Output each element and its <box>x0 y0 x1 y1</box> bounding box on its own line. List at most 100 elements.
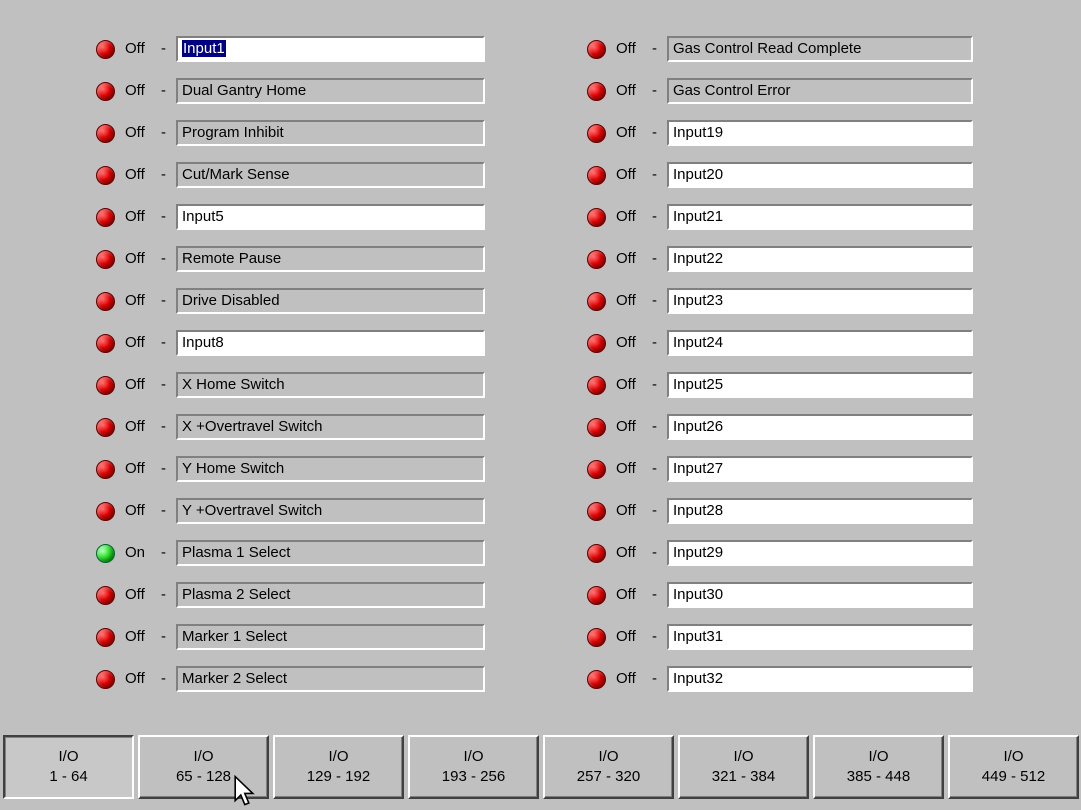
input-state: Off <box>125 40 145 57</box>
status-led-icon <box>96 628 115 647</box>
io-input-row: Off - X Home Switch <box>96 372 485 414</box>
input-name-field[interactable]: X Home Switch <box>176 372 485 398</box>
io-input-row: Off - Y Home Switch <box>96 456 485 498</box>
input-name-field[interactable]: Dual Gantry Home <box>176 78 485 104</box>
input-state: Off <box>616 82 636 99</box>
tab-label-line2: 129 - 192 <box>306 768 371 785</box>
input-name-field[interactable]: Cut/Mark Sense <box>176 162 485 188</box>
input-state: Off <box>616 628 636 645</box>
separator: - <box>161 334 166 351</box>
io-input-row: Off - Input26 <box>587 414 973 456</box>
separator: - <box>652 166 657 183</box>
input-name-text: Cut/Mark Sense <box>182 166 290 183</box>
input-state: Off <box>125 250 145 267</box>
separator: - <box>161 82 166 99</box>
input-name-text: Input26 <box>673 418 724 435</box>
separator: - <box>652 208 657 225</box>
io-input-row: Off - Input30 <box>587 582 973 624</box>
input-name-field[interactable]: Gas Control Read Complete <box>667 36 973 62</box>
input-name-field[interactable]: Plasma 2 Select <box>176 582 485 608</box>
status-led-icon <box>96 334 115 353</box>
io-input-row: Off - Gas Control Error <box>587 78 973 120</box>
input-name-field[interactable]: Input25 <box>667 372 973 398</box>
input-name-field[interactable]: Input27 <box>667 456 973 482</box>
tab-io-range[interactable]: I/O 385 - 448 <box>813 735 944 799</box>
tab-label-line1: I/O <box>598 748 619 765</box>
status-led-icon <box>96 376 115 395</box>
tab-io-range[interactable]: I/O 321 - 384 <box>678 735 809 799</box>
status-led-icon <box>96 418 115 437</box>
input-name-field[interactable]: Program Inhibit <box>176 120 485 146</box>
io-input-row: Off - Input25 <box>587 372 973 414</box>
input-name-field[interactable]: Y +Overtravel Switch <box>176 498 485 524</box>
input-name-field[interactable]: Input21 <box>667 204 973 230</box>
input-state: Off <box>616 334 636 351</box>
input-name-field[interactable]: Marker 1 Select <box>176 624 485 650</box>
separator: - <box>652 124 657 141</box>
input-name-text: Input29 <box>673 544 724 561</box>
input-name-field[interactable]: Input24 <box>667 330 973 356</box>
input-state: Off <box>616 376 636 393</box>
io-input-row: Off - Program Inhibit <box>96 120 485 162</box>
tab-io-range[interactable]: I/O 257 - 320 <box>543 735 674 799</box>
io-input-row: Off - Input8 <box>96 330 485 372</box>
input-name-text: Remote Pause <box>182 250 282 267</box>
input-name-field[interactable]: Input20 <box>667 162 973 188</box>
input-name-text: Plasma 2 Select <box>182 586 291 603</box>
separator: - <box>161 376 166 393</box>
input-state: Off <box>616 502 636 519</box>
input-name-field[interactable]: Drive Disabled <box>176 288 485 314</box>
input-name-field[interactable]: Marker 2 Select <box>176 666 485 692</box>
status-led-icon <box>587 292 606 311</box>
separator: - <box>652 418 657 435</box>
separator: - <box>652 334 657 351</box>
input-name-field[interactable]: Input30 <box>667 582 973 608</box>
input-name-field[interactable]: Y Home Switch <box>176 456 485 482</box>
separator: - <box>652 292 657 309</box>
status-led-icon <box>587 586 606 605</box>
tab-io-range[interactable]: I/O 193 - 256 <box>408 735 539 799</box>
tab-io-range[interactable]: I/O 449 - 512 <box>948 735 1079 799</box>
input-name-text: Input20 <box>673 166 724 183</box>
input-name-field[interactable]: Input5 <box>176 204 485 230</box>
tab-label-line1: I/O <box>463 748 484 765</box>
input-name-field[interactable]: Input19 <box>667 120 973 146</box>
input-name-field[interactable]: Input1 <box>176 36 485 62</box>
input-name-field[interactable]: X +Overtravel Switch <box>176 414 485 440</box>
status-led-icon <box>587 82 606 101</box>
input-name-field[interactable]: Input28 <box>667 498 973 524</box>
status-led-icon <box>587 460 606 479</box>
input-name-field[interactable]: Input32 <box>667 666 973 692</box>
status-led-icon <box>587 670 606 689</box>
tab-io-range[interactable]: I/O 129 - 192 <box>273 735 404 799</box>
input-name-text: Input30 <box>673 586 724 603</box>
tab-label-line2: 385 - 448 <box>846 768 911 785</box>
input-name-field[interactable]: Input23 <box>667 288 973 314</box>
status-led-icon <box>587 166 606 185</box>
tab-io-range[interactable]: I/O 1 - 64 <box>3 735 134 799</box>
input-name-field[interactable]: Input8 <box>176 330 485 356</box>
io-input-row: Off - X +Overtravel Switch <box>96 414 485 456</box>
input-name-field[interactable]: Input26 <box>667 414 973 440</box>
status-led-icon <box>587 208 606 227</box>
input-state: Off <box>125 82 145 99</box>
input-name-text: X +Overtravel Switch <box>182 418 323 435</box>
io-input-row: Off - Input20 <box>587 162 973 204</box>
input-name-text: Input24 <box>673 334 724 351</box>
io-input-row: Off - Drive Disabled <box>96 288 485 330</box>
input-name-field[interactable]: Input29 <box>667 540 973 566</box>
input-name-field[interactable]: Input31 <box>667 624 973 650</box>
input-name-field[interactable]: Plasma 1 Select <box>176 540 485 566</box>
input-name-text: Input32 <box>673 670 724 687</box>
status-led-icon <box>96 82 115 101</box>
input-name-text: Input28 <box>673 502 724 519</box>
tab-label-line1: I/O <box>328 748 349 765</box>
io-input-row: Off - Remote Pause <box>96 246 485 288</box>
io-input-row: On - Plasma 1 Select <box>96 540 485 582</box>
input-name-field[interactable]: Gas Control Error <box>667 78 973 104</box>
status-led-icon <box>96 544 115 563</box>
input-name-field[interactable]: Input22 <box>667 246 973 272</box>
input-name-field[interactable]: Remote Pause <box>176 246 485 272</box>
tab-label-line2: 65 - 128 <box>175 768 232 785</box>
separator: - <box>161 208 166 225</box>
